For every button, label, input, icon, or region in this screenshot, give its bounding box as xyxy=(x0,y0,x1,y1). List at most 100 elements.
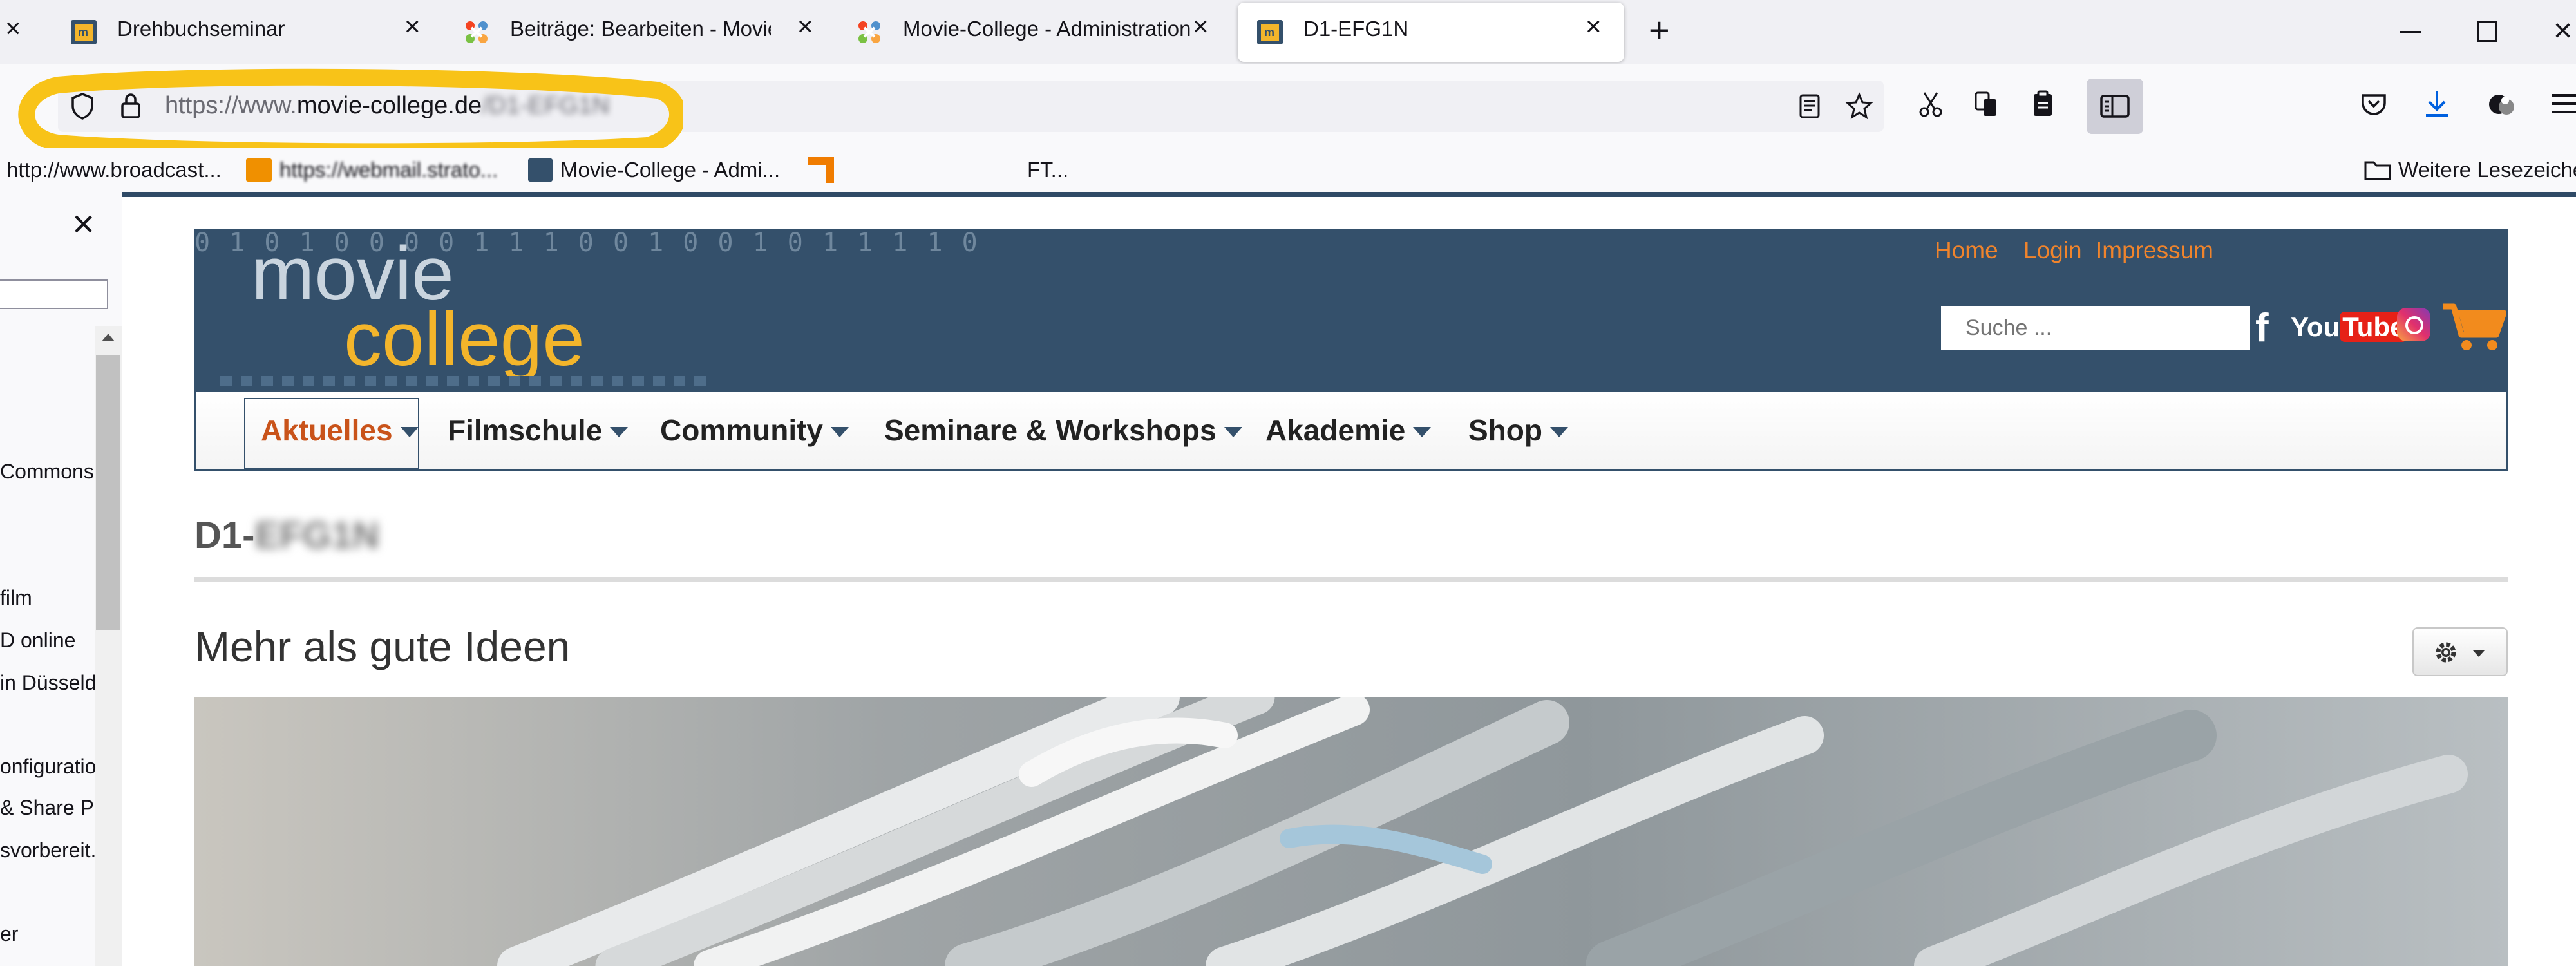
new-tab-button[interactable]: + xyxy=(1649,9,1670,51)
browser-sidebar: × Commons film D online in Düsseld onfig… xyxy=(0,192,123,966)
bookmark-broadcast[interactable]: http://www.broadcast... xyxy=(6,148,222,192)
chevron-down-icon xyxy=(1224,427,1242,437)
youtube-icon[interactable]: YouTube xyxy=(2291,312,2408,343)
sidebar-item[interactable]: Commons xyxy=(0,460,94,484)
sidebar-item[interactable]: film xyxy=(0,586,32,610)
page-title-blurred: EFG1N xyxy=(254,515,379,556)
logo-pixel-strip xyxy=(220,376,710,386)
movie-college-favicon: m xyxy=(1257,20,1283,44)
bookmark-label: Weitere Lesezeichen xyxy=(2398,158,2576,182)
sidebar-item[interactable]: onfiguratio xyxy=(0,755,96,779)
home-link[interactable]: Home xyxy=(1935,237,1998,264)
tab-close-icon[interactable]: × xyxy=(404,13,421,40)
article-image xyxy=(194,697,2508,966)
tab-close-icon[interactable]: × xyxy=(1586,13,1602,40)
pocket-icon[interactable] xyxy=(2360,90,2388,118)
page-top-border xyxy=(122,192,2576,197)
article-title: Mehr als gute Ideen xyxy=(194,623,571,670)
logo-word-college: college xyxy=(344,297,585,382)
strato-icon xyxy=(246,158,272,182)
bookmarks-toolbar: http://www.broadcast... https://webmail.… xyxy=(0,148,2576,193)
reader-view-icon[interactable] xyxy=(1798,93,1821,119)
file-folders-photo xyxy=(194,697,2508,966)
bookmark-label: FT... xyxy=(1027,158,1069,182)
sidebar-scrollbar[interactable] xyxy=(95,326,122,966)
chevron-down-icon xyxy=(831,427,849,437)
tab-d1-efg1n[interactable]: m D1-EFG1N × xyxy=(1238,3,1624,62)
bookmark-label: https://webmail.strato... xyxy=(279,158,498,182)
sidebar-icon xyxy=(2100,95,2130,118)
menu-item-seminare-workshops[interactable]: Seminare & Workshops xyxy=(884,392,1242,469)
youtube-you-text: You xyxy=(2291,312,2340,342)
page-title-visible: D1- xyxy=(194,515,255,556)
tab-beitraege-bearbeiten[interactable]: Beiträge: Bearbeiten - Movie-Co × xyxy=(444,0,824,64)
article-tools-button[interactable] xyxy=(2412,627,2508,676)
tab-title: Drehbuchseminar xyxy=(117,17,285,41)
extensions-icon[interactable] xyxy=(2486,90,2517,118)
menu-hamburger-icon[interactable] xyxy=(2552,94,2576,113)
bookmark-weitere-lesezeichen[interactable]: Weitere Lesezeichen xyxy=(2363,148,2576,192)
chevron-down-icon xyxy=(1549,427,1568,437)
paste-icon[interactable] xyxy=(2030,90,2056,118)
menu-item-akademie[interactable]: Akademie xyxy=(1265,392,1432,469)
bookmark-label: Movie-College - Admi... xyxy=(560,158,781,182)
facebook-icon[interactable]: f xyxy=(2255,305,2269,351)
sidebar-item[interactable]: svorbereit. xyxy=(0,838,96,862)
bookmark-movie-college-admin[interactable]: Movie-College - Admi... xyxy=(528,148,780,192)
bookmark-star-icon[interactable] xyxy=(1845,92,1873,120)
title-divider xyxy=(194,577,2508,582)
menu-item-filmschule[interactable]: Filmschule xyxy=(448,392,629,469)
tab-strip: × m Drehbuchseminar × Beiträge: Bearbeit… xyxy=(0,0,2576,64)
minimize-window-button[interactable] xyxy=(2400,31,2421,33)
menu-label: Shop xyxy=(1468,413,1542,447)
scrollbar-thumb[interactable] xyxy=(96,355,120,630)
gear-icon xyxy=(2436,642,2456,663)
page-title: D1-EFG1N xyxy=(194,514,379,557)
tab-close-icon[interactable]: × xyxy=(797,13,813,40)
close-window-button[interactable]: × xyxy=(2553,12,2572,49)
bookmark-label: http://www.broadcast... xyxy=(6,158,222,182)
maximize-window-button[interactable] xyxy=(2477,21,2497,42)
download-icon[interactable] xyxy=(2423,89,2451,118)
chevron-down-icon xyxy=(610,427,629,437)
copy-icon[interactable] xyxy=(1973,90,1999,118)
menu-label: Aktuelles xyxy=(261,413,393,447)
scroll-up-arrow[interactable] xyxy=(102,334,115,341)
joomla-favicon xyxy=(858,21,880,43)
tab-drehbuchseminar[interactable]: m Drehbuchseminar × xyxy=(52,0,438,64)
cut-icon[interactable] xyxy=(1918,90,1944,118)
menu-label: Community xyxy=(660,413,823,447)
shopping-cart-icon[interactable] xyxy=(2442,301,2506,353)
menu-item-shop[interactable]: Shop xyxy=(1468,392,1568,469)
menu-label: Filmschule xyxy=(448,413,603,447)
sidebar-item[interactable]: D online xyxy=(0,629,75,652)
sidebar-close-icon[interactable]: × xyxy=(72,205,95,243)
menu-item-community[interactable]: Community xyxy=(660,392,849,469)
orange-square-icon xyxy=(808,157,834,183)
site-search-input[interactable] xyxy=(1941,306,2250,350)
main-menu: Aktuelles Filmschule Community Seminare … xyxy=(194,392,2508,471)
login-link[interactable]: Login xyxy=(2023,237,2082,264)
sidebar-search-input[interactable] xyxy=(0,279,108,309)
logo[interactable]: 0 1 0 1 0 0 0 0 1 1 1 0 0 1 0 0 1 0 1 1 … xyxy=(194,229,978,392)
tab-title: D1-EFG1N xyxy=(1303,17,1409,41)
tab-close-icon[interactable]: × xyxy=(1193,13,1209,40)
sidebar-item[interactable]: er xyxy=(0,922,18,946)
sidebar-toggle-button[interactable] xyxy=(2087,79,2143,134)
bookmark-strato-webmail[interactable]: https://webmail.strato... xyxy=(246,148,498,192)
site-header: 0 1 0 1 0 0 0 0 1 1 1 0 0 1 0 0 1 0 1 1 … xyxy=(194,229,2508,392)
menu-label: Seminare & Workshops xyxy=(884,413,1217,447)
sidebar-item[interactable]: & Share P xyxy=(0,796,94,820)
sidebar-item[interactable]: in Düsseld xyxy=(0,671,96,695)
instagram-icon[interactable] xyxy=(2397,308,2430,341)
joomla-favicon xyxy=(466,21,488,43)
chevron-down-icon xyxy=(400,427,419,437)
tab-title: Beiträge: Bearbeiten - Movie-Co xyxy=(510,17,771,41)
bookmark-orange[interactable] xyxy=(808,148,834,192)
tab-movie-college-administration[interactable]: Movie-College - Administration × xyxy=(837,0,1224,64)
tab-close-partial-icon[interactable]: × xyxy=(5,13,21,44)
caret-down-icon xyxy=(2473,650,2485,657)
impressum-link[interactable]: Impressum xyxy=(2096,237,2213,264)
menu-item-aktuelles[interactable]: Aktuelles xyxy=(261,392,419,469)
bookmark-ft[interactable]: FT... xyxy=(1027,148,1068,192)
